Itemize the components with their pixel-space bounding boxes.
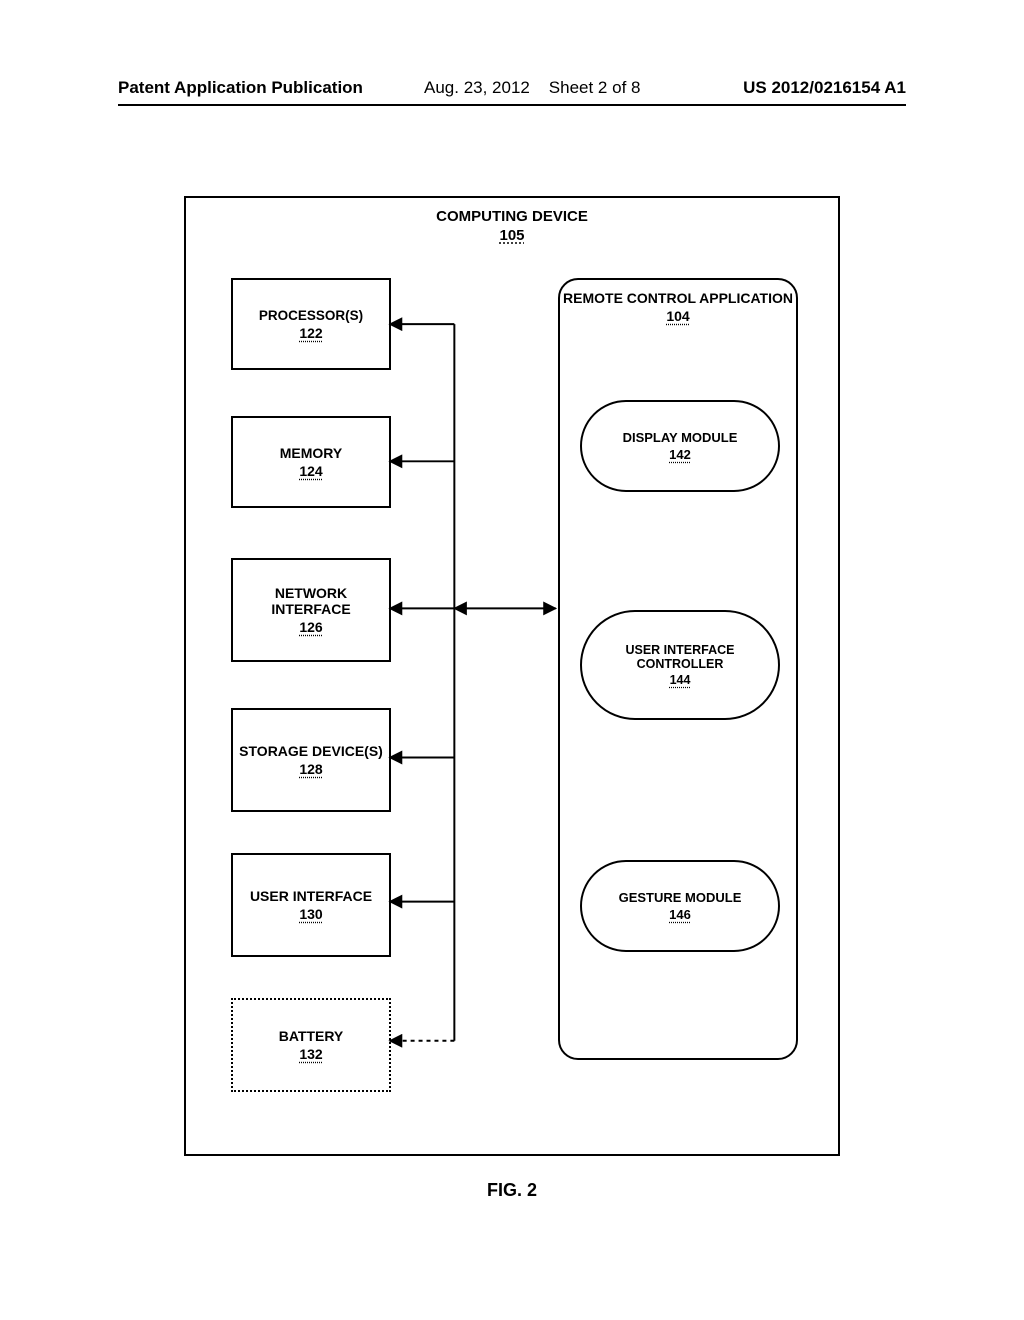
user-interface-box: USER INTERFACE 130 bbox=[231, 853, 391, 957]
memory-box: MEMORY 124 bbox=[231, 416, 391, 508]
storage-label: STORAGE DEVICE(S) bbox=[239, 743, 383, 759]
header-sheet: Sheet 2 of 8 bbox=[549, 78, 641, 97]
gesture-label: GESTURE MODULE bbox=[619, 890, 742, 905]
memory-label: MEMORY bbox=[280, 445, 342, 461]
battery-box: BATTERY 132 bbox=[231, 998, 391, 1092]
display-module-ref: 142 bbox=[669, 447, 691, 462]
app-title-label: REMOTE CONTROL APPLICATION bbox=[563, 290, 793, 306]
storage-box: STORAGE DEVICE(S) 128 bbox=[231, 708, 391, 812]
header-date: Aug. 23, 2012 bbox=[424, 78, 530, 97]
app-title: REMOTE CONTROL APPLICATION 104 bbox=[560, 290, 796, 324]
figure-caption: FIG. 2 bbox=[0, 1180, 1024, 1201]
container-title: COMPUTING DEVICE 105 bbox=[186, 208, 838, 244]
processor-label: PROCESSOR(S) bbox=[259, 308, 363, 323]
processor-box: PROCESSOR(S) 122 bbox=[231, 278, 391, 370]
storage-ref: 128 bbox=[299, 761, 322, 777]
header-left: Patent Application Publication bbox=[118, 78, 363, 98]
network-box: NETWORK INTERFACE 126 bbox=[231, 558, 391, 662]
network-ref: 126 bbox=[299, 619, 322, 635]
processor-ref: 122 bbox=[299, 325, 322, 341]
display-module-label: DISPLAY MODULE bbox=[623, 430, 738, 445]
battery-label: BATTERY bbox=[279, 1028, 344, 1044]
app-ref: 104 bbox=[560, 308, 796, 324]
header-right: US 2012/0216154 A1 bbox=[743, 78, 906, 98]
header-mid: Aug. 23, 2012 Sheet 2 of 8 bbox=[424, 78, 640, 98]
uic-label: USER INTERFACE CONTROLLER bbox=[592, 643, 768, 671]
ui-ref: 130 bbox=[299, 906, 322, 922]
display-module: DISPLAY MODULE 142 bbox=[580, 400, 780, 492]
container-ref: 105 bbox=[186, 227, 838, 244]
ui-controller-module: USER INTERFACE CONTROLLER 144 bbox=[580, 610, 780, 720]
network-label: NETWORK INTERFACE bbox=[239, 585, 383, 617]
uic-ref: 144 bbox=[670, 673, 691, 687]
memory-ref: 124 bbox=[299, 463, 322, 479]
gesture-module: GESTURE MODULE 146 bbox=[580, 860, 780, 952]
computing-device-box: COMPUTING DEVICE 105 PROCESSOR(S) 122 ME… bbox=[184, 196, 840, 1156]
container-title-label: COMPUTING DEVICE bbox=[436, 208, 588, 225]
header-rule bbox=[118, 104, 906, 106]
page: Patent Application Publication Aug. 23, … bbox=[0, 0, 1024, 1320]
battery-ref: 132 bbox=[299, 1046, 322, 1062]
gesture-ref: 146 bbox=[669, 907, 691, 922]
ui-label: USER INTERFACE bbox=[250, 888, 372, 904]
remote-control-app-box: REMOTE CONTROL APPLICATION 104 DISPLAY M… bbox=[558, 278, 798, 1060]
